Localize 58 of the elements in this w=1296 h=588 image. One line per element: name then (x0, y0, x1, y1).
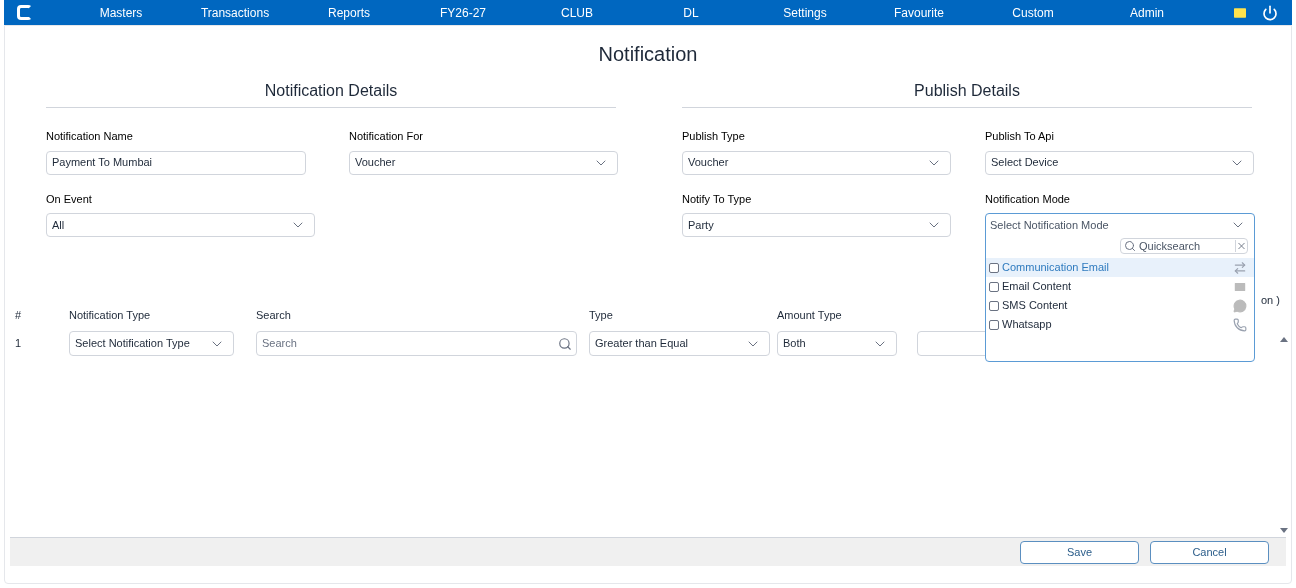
column-header: Notification Type (69, 307, 152, 323)
nav-menu-item[interactable]: FY26-27 (406, 3, 520, 22)
select-dropdown[interactable]: Greater than Equal (589, 331, 770, 356)
text-field[interactable]: Payment To Mumbai (46, 150, 306, 175)
search-icon (558, 336, 572, 351)
nav-menu-item[interactable]: CLUB (520, 3, 634, 22)
multiselect-dropdown[interactable]: Select Notification Mode Quicksearch Communication Email Email Content SMS Content Whatsapp (985, 213, 1255, 362)
field-label: On Event (46, 191, 93, 207)
exchange-arrows-icon (1233, 260, 1247, 275)
select-dropdown[interactable]: Voucher (349, 150, 618, 175)
select-dropdown[interactable]: Select Device (985, 150, 1254, 175)
checkbox[interactable] (989, 319, 999, 330)
close-icon (1235, 240, 1247, 252)
nav-menu-item[interactable]: Custom (976, 3, 1090, 22)
checkbox[interactable] (989, 281, 999, 292)
nav-menu-item[interactable]: Settings (748, 3, 862, 22)
dropdown-option[interactable]: Email Content (986, 277, 1254, 296)
app-logo-icon[interactable] (17, 5, 32, 20)
nav-menu-item[interactable]: Admin (1090, 3, 1204, 22)
speech-bubble-icon (1233, 298, 1247, 313)
column-header: on ) (1261, 292, 1280, 308)
action-button[interactable]: Cancel (1150, 540, 1269, 564)
scroll-up-icon[interactable] (1279, 337, 1288, 342)
field-label: Notification For (349, 129, 424, 144)
nav-menu-item[interactable]: Reports (292, 3, 406, 22)
field-label: Publish To Api (985, 129, 1055, 144)
power-icon[interactable] (1262, 4, 1278, 21)
dropdown-option[interactable]: Whatsapp (986, 315, 1254, 334)
checkbox[interactable] (989, 300, 999, 311)
section-heading: Publish Details (682, 79, 1252, 108)
dropdown-placeholder: Select Notification Mode (990, 217, 1109, 233)
field-label: Notify To Type (682, 191, 753, 207)
select-dropdown[interactable]: Both (777, 331, 897, 356)
column-header: Type (589, 307, 614, 323)
dropdown-option[interactable]: SMS Content (986, 296, 1254, 315)
page-title: Notification (597, 42, 699, 67)
field-label: Publish Type (682, 129, 746, 144)
column-header: Search (256, 307, 292, 323)
field-label: Notification Mode (985, 191, 1071, 207)
nav-menu-item[interactable]: Favourite (862, 3, 976, 22)
checkbox[interactable] (989, 262, 999, 273)
nav-menu-item[interactable]: Masters (64, 3, 178, 22)
row-number: 1 (15, 336, 23, 352)
search-field[interactable]: Search (256, 331, 577, 356)
dropdown-option[interactable]: Communication Email (986, 258, 1254, 277)
select-dropdown[interactable]: Select Notification Type (69, 331, 234, 356)
select-dropdown[interactable]: Voucher (682, 150, 951, 175)
select-dropdown[interactable]: Party (682, 213, 951, 237)
nav-menu-item[interactable]: Transactions (178, 3, 292, 22)
section-heading: Notification Details (46, 79, 616, 108)
select-dropdown[interactable]: All (46, 213, 315, 237)
nav-menu-item[interactable]: DL (634, 3, 748, 22)
search-icon (1124, 240, 1136, 252)
action-button[interactable]: Save (1020, 540, 1139, 564)
column-header: Amount Type (777, 307, 843, 323)
quicksearch-field[interactable]: Quicksearch (1120, 238, 1248, 254)
column-header: # (15, 307, 23, 323)
field-label: Notification Name (46, 129, 134, 144)
